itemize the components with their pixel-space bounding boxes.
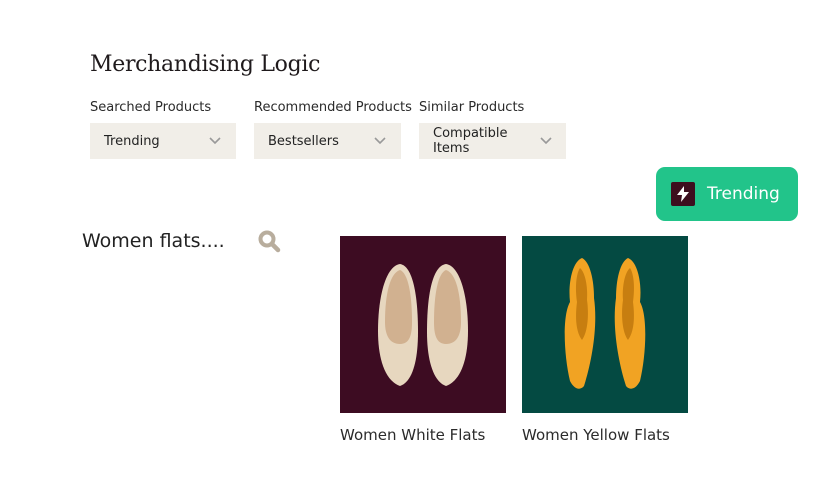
searched-products-dropdown[interactable]: Trending	[90, 123, 236, 159]
yellow-flats-image	[564, 258, 646, 389]
similar-products-label: Similar Products	[419, 100, 525, 115]
product-card-white-flats[interactable]	[340, 236, 506, 413]
chevron-down-icon	[208, 134, 222, 148]
trending-badge-label: Trending	[707, 184, 780, 204]
searched-products-label: Searched Products	[90, 100, 212, 115]
page-title: Merchandising Logic	[90, 52, 321, 77]
chevron-down-icon	[539, 134, 552, 148]
searched-products-value: Trending	[104, 133, 160, 149]
trending-badge[interactable]: Trending	[656, 167, 798, 221]
product-name-white-flats[interactable]: Women White Flats	[340, 426, 485, 444]
chevron-down-icon	[373, 134, 387, 148]
product-card-yellow-flats[interactable]	[522, 236, 688, 413]
recommended-products-value: Bestsellers	[268, 133, 339, 149]
similar-products-dropdown[interactable]: Compatible Items	[419, 123, 566, 159]
lightning-bolt-icon	[671, 182, 695, 206]
recommended-products-label: Recommended Products	[254, 100, 412, 115]
recommended-products-dropdown[interactable]: Bestsellers	[254, 123, 401, 159]
product-name-yellow-flats[interactable]: Women Yellow Flats	[522, 426, 670, 444]
white-flats-image	[378, 264, 468, 386]
search-query-text[interactable]: Women flats....	[82, 230, 225, 252]
search-icon[interactable]	[257, 229, 281, 253]
similar-products-value: Compatible Items	[433, 126, 508, 156]
